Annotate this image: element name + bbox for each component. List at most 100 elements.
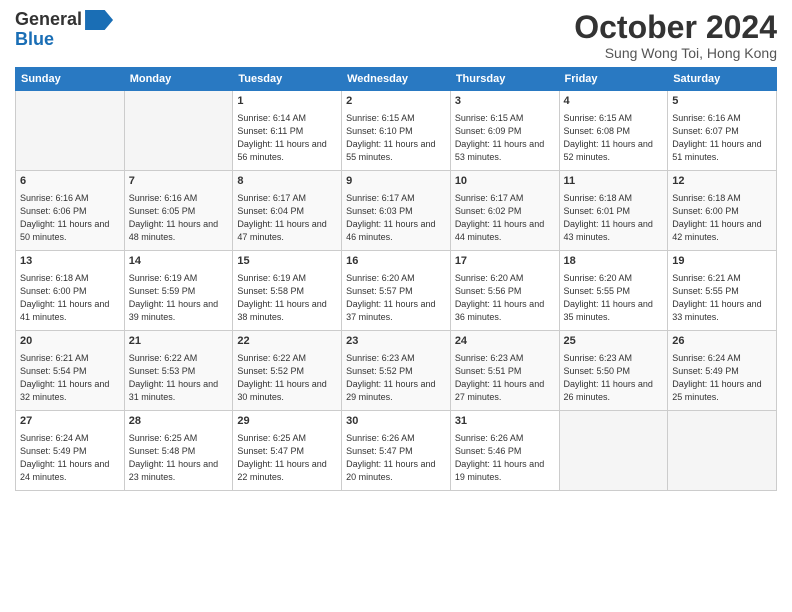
logo-general-text: General	[15, 10, 82, 30]
calendar-day-cell: 9 Sunrise: 6:17 AM Sunset: 6:03 PM Daylig…	[342, 171, 451, 251]
logo: General Blue	[15, 10, 113, 50]
calendar-day-cell	[559, 411, 668, 491]
day-number: 26	[672, 334, 772, 349]
day-info: Sunrise: 6:17 AM Sunset: 6:03 PM Dayligh…	[346, 193, 435, 243]
day-number: 20	[20, 334, 120, 349]
weekday-header: Tuesday	[233, 68, 342, 91]
calendar-day-cell: 1 Sunrise: 6:14 AM Sunset: 6:11 PM Daylig…	[233, 91, 342, 171]
day-info: Sunrise: 6:21 AM Sunset: 5:54 PM Dayligh…	[20, 353, 109, 403]
calendar-day-cell: 30Sunrise: 6:26 AM Sunset: 5:47 PM Dayli…	[342, 411, 451, 491]
calendar-table: SundayMondayTuesdayWednesdayThursdayFrid…	[15, 67, 777, 491]
calendar-day-cell: 17 Sunrise: 6:20 AM Sunset: 5:56 PM Dayli…	[450, 251, 559, 331]
day-info: Sunrise: 6:20 AM Sunset: 5:57 PM Dayligh…	[346, 273, 435, 323]
day-info: Sunrise: 6:20 AM Sunset: 5:55 PM Dayligh…	[564, 273, 653, 323]
day-number: 28	[129, 414, 229, 429]
day-info: Sunrise: 6:20 AM Sunset: 5:56 PM Dayligh…	[455, 273, 544, 323]
day-info: Sunrise: 6:15 AM Sunset: 6:08 PM Dayligh…	[564, 113, 653, 163]
calendar-day-cell: 25 Sunrise: 6:23 AM Sunset: 5:50 PM Dayli…	[559, 331, 668, 411]
day-info: Sunrise: 6:23 AM Sunset: 5:51 PM Dayligh…	[455, 353, 544, 403]
day-info: Sunrise: 6:16 AM Sunset: 6:06 PM Dayligh…	[20, 193, 109, 243]
day-info: Sunrise: 6:18 AM Sunset: 6:00 PM Dayligh…	[672, 193, 761, 243]
title-block: October 2024 Sung Wong Toi, Hong Kong	[574, 10, 777, 61]
weekday-header: Friday	[559, 68, 668, 91]
calendar-day-cell: 27 Sunrise: 6:24 AM Sunset: 5:49 PM Dayli…	[16, 411, 125, 491]
day-info: Sunrise: 6:19 AM Sunset: 5:58 PM Dayligh…	[237, 273, 326, 323]
day-number: 21	[129, 334, 229, 349]
day-number: 18	[564, 254, 664, 269]
day-info: Sunrise: 6:17 AM Sunset: 6:04 PM Dayligh…	[237, 193, 326, 243]
day-number: 15	[237, 254, 337, 269]
calendar-day-cell	[124, 91, 233, 171]
day-info: Sunrise: 6:26 AM Sunset: 5:46 PM Dayligh…	[455, 433, 544, 483]
day-info: Sunrise: 6:25 AM Sunset: 5:48 PM Dayligh…	[129, 433, 218, 483]
calendar-day-cell: 20 Sunrise: 6:21 AM Sunset: 5:54 PM Dayli…	[16, 331, 125, 411]
logo-blue-text: Blue	[15, 30, 54, 50]
day-info: Sunrise: 6:16 AM Sunset: 6:07 PM Dayligh…	[672, 113, 761, 163]
day-info: Sunrise: 6:24 AM Sunset: 5:49 PM Dayligh…	[20, 433, 109, 483]
calendar-week-row: 6Sunrise: 6:16 AM Sunset: 6:06 PM Daylig…	[16, 171, 777, 251]
calendar-day-cell: 21 Sunrise: 6:22 AM Sunset: 5:53 PM Dayli…	[124, 331, 233, 411]
weekday-header: Wednesday	[342, 68, 451, 91]
calendar-day-cell: 31 Sunrise: 6:26 AM Sunset: 5:46 PM Dayli…	[450, 411, 559, 491]
day-info: Sunrise: 6:25 AM Sunset: 5:47 PM Dayligh…	[237, 433, 326, 483]
calendar-day-cell: 8 Sunrise: 6:17 AM Sunset: 6:04 PM Daylig…	[233, 171, 342, 251]
day-info: Sunrise: 6:15 AM Sunset: 6:10 PM Dayligh…	[346, 113, 435, 163]
day-number: 24	[455, 334, 555, 349]
day-number: 7	[129, 174, 229, 189]
day-info: Sunrise: 6:23 AM Sunset: 5:52 PM Dayligh…	[346, 353, 435, 403]
calendar-day-cell: 5 Sunrise: 6:16 AM Sunset: 6:07 PM Daylig…	[668, 91, 777, 171]
logo-icon	[85, 10, 113, 30]
weekday-header: Saturday	[668, 68, 777, 91]
calendar-day-cell: 16 Sunrise: 6:20 AM Sunset: 5:57 PM Dayli…	[342, 251, 451, 331]
calendar-day-cell: 14Sunrise: 6:19 AM Sunset: 5:59 PM Dayli…	[124, 251, 233, 331]
day-number: 11	[564, 174, 664, 189]
calendar-day-cell: 12Sunrise: 6:18 AM Sunset: 6:00 PM Dayli…	[668, 171, 777, 251]
calendar-day-cell: 18 Sunrise: 6:20 AM Sunset: 5:55 PM Dayli…	[559, 251, 668, 331]
calendar-day-cell: 22Sunrise: 6:22 AM Sunset: 5:52 PM Dayli…	[233, 331, 342, 411]
calendar-day-cell: 4 Sunrise: 6:15 AM Sunset: 6:08 PM Daylig…	[559, 91, 668, 171]
day-number: 16	[346, 254, 446, 269]
calendar-day-cell: 13Sunrise: 6:18 AM Sunset: 6:00 PM Dayli…	[16, 251, 125, 331]
weekday-header: Thursday	[450, 68, 559, 91]
day-info: Sunrise: 6:14 AM Sunset: 6:11 PM Dayligh…	[237, 113, 326, 163]
day-number: 4	[564, 94, 664, 109]
calendar-header-row: SundayMondayTuesdayWednesdayThursdayFrid…	[16, 68, 777, 91]
day-number: 31	[455, 414, 555, 429]
day-info: Sunrise: 6:16 AM Sunset: 6:05 PM Dayligh…	[129, 193, 218, 243]
day-info: Sunrise: 6:19 AM Sunset: 5:59 PM Dayligh…	[129, 273, 218, 323]
day-info: Sunrise: 6:22 AM Sunset: 5:53 PM Dayligh…	[129, 353, 218, 403]
day-number: 13	[20, 254, 120, 269]
day-number: 9	[346, 174, 446, 189]
page-header: General Blue October 2024 Sung Wong Toi,…	[15, 10, 777, 61]
calendar-day-cell: 3Sunrise: 6:15 AM Sunset: 6:09 PM Daylig…	[450, 91, 559, 171]
day-info: Sunrise: 6:26 AM Sunset: 5:47 PM Dayligh…	[346, 433, 435, 483]
day-info: Sunrise: 6:21 AM Sunset: 5:55 PM Dayligh…	[672, 273, 761, 323]
day-info: Sunrise: 6:24 AM Sunset: 5:49 PM Dayligh…	[672, 353, 761, 403]
calendar-day-cell: 29 Sunrise: 6:25 AM Sunset: 5:47 PM Dayli…	[233, 411, 342, 491]
day-number: 25	[564, 334, 664, 349]
calendar-week-row: 1 Sunrise: 6:14 AM Sunset: 6:11 PM Daylig…	[16, 91, 777, 171]
day-number: 8	[237, 174, 337, 189]
location-title: Sung Wong Toi, Hong Kong	[574, 45, 777, 61]
calendar-day-cell: 26 Sunrise: 6:24 AM Sunset: 5:49 PM Dayli…	[668, 331, 777, 411]
calendar-day-cell: 7 Sunrise: 6:16 AM Sunset: 6:05 PM Daylig…	[124, 171, 233, 251]
day-number: 2	[346, 94, 446, 109]
calendar-week-row: 27 Sunrise: 6:24 AM Sunset: 5:49 PM Dayli…	[16, 411, 777, 491]
day-number: 5	[672, 94, 772, 109]
calendar-week-row: 13Sunrise: 6:18 AM Sunset: 6:00 PM Dayli…	[16, 251, 777, 331]
day-number: 27	[20, 414, 120, 429]
day-info: Sunrise: 6:23 AM Sunset: 5:50 PM Dayligh…	[564, 353, 653, 403]
calendar-day-cell: 2 Sunrise: 6:15 AM Sunset: 6:10 PM Daylig…	[342, 91, 451, 171]
weekday-header: Monday	[124, 68, 233, 91]
day-number: 19	[672, 254, 772, 269]
day-number: 29	[237, 414, 337, 429]
day-number: 17	[455, 254, 555, 269]
calendar-day-cell: 24 Sunrise: 6:23 AM Sunset: 5:51 PM Dayli…	[450, 331, 559, 411]
day-number: 10	[455, 174, 555, 189]
day-info: Sunrise: 6:22 AM Sunset: 5:52 PM Dayligh…	[237, 353, 326, 403]
month-title: October 2024	[574, 10, 777, 45]
day-number: 1	[237, 94, 337, 109]
day-info: Sunrise: 6:17 AM Sunset: 6:02 PM Dayligh…	[455, 193, 544, 243]
calendar-day-cell: 10 Sunrise: 6:17 AM Sunset: 6:02 PM Dayli…	[450, 171, 559, 251]
day-info: Sunrise: 6:15 AM Sunset: 6:09 PM Dayligh…	[455, 113, 544, 163]
